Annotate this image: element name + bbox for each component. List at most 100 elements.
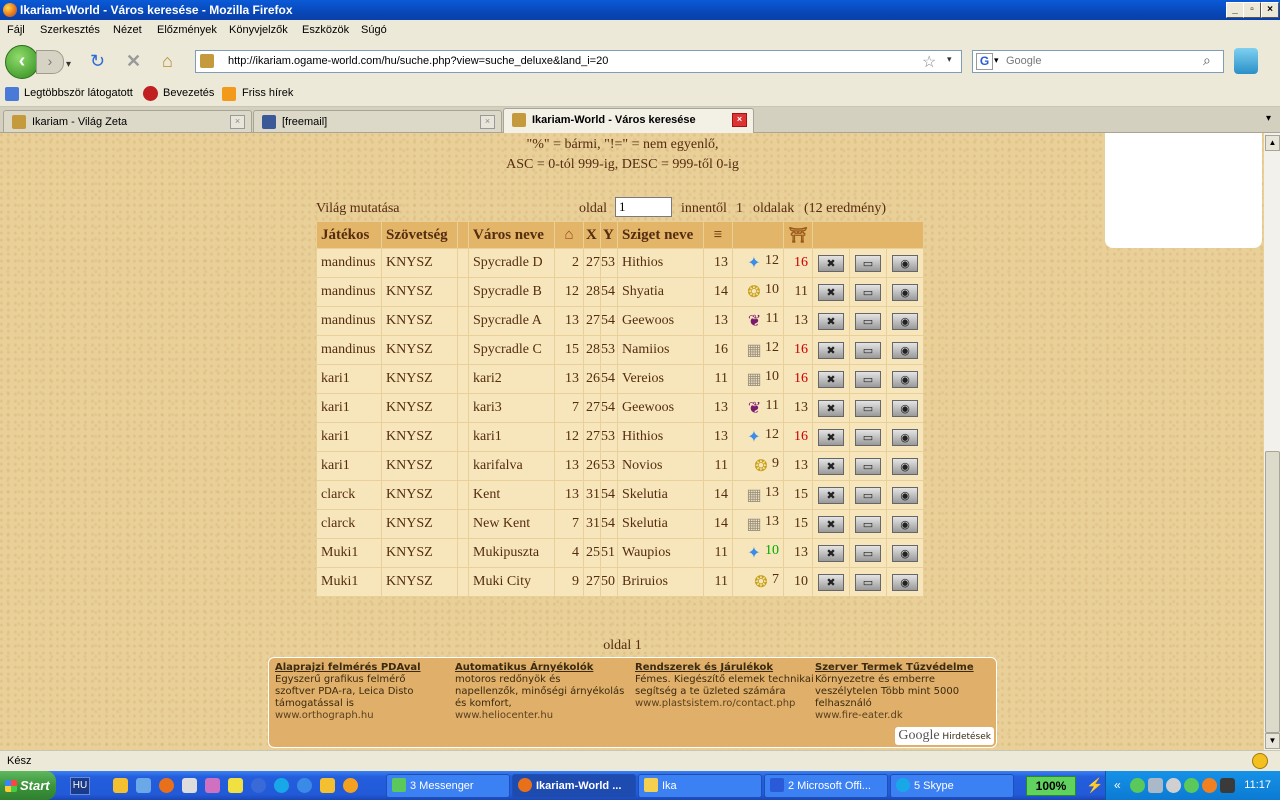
menu-edit[interactable]: Szerkesztés bbox=[40, 24, 100, 36]
bookmark-star-icon[interactable]: ☆ bbox=[922, 52, 936, 72]
task-office[interactable]: 2 Microsoft Offi... bbox=[764, 774, 888, 798]
cell-player[interactable]: kari1 bbox=[316, 364, 382, 394]
quicklaunch-icon[interactable] bbox=[205, 778, 220, 793]
cell-island-name[interactable]: Skelutia bbox=[617, 480, 704, 510]
delete-button[interactable]: ✖ bbox=[818, 254, 844, 272]
cell-player[interactable]: Muki1 bbox=[316, 538, 382, 568]
tab-ikariam-zeta[interactable]: Ikariam - Világ Zeta × bbox=[3, 110, 252, 132]
ad-title[interactable]: Automatikus Árnyékolók bbox=[455, 662, 625, 674]
ad-url[interactable]: www.fire-eater.dk bbox=[815, 710, 903, 721]
cell-alliance[interactable]: KNYSZ bbox=[381, 306, 458, 336]
show-world-link[interactable]: Világ mutatása bbox=[316, 201, 400, 217]
view-city-button[interactable]: ◉ bbox=[892, 457, 918, 475]
search-icon[interactable]: ⌕ bbox=[1203, 52, 1211, 69]
cell-alliance[interactable]: KNYSZ bbox=[381, 538, 458, 568]
ad-item[interactable]: Automatikus Árnyékolók motoros redőnyök … bbox=[455, 662, 625, 722]
header-island-name[interactable]: Sziget neve bbox=[617, 221, 704, 249]
cell-city-name[interactable]: Spycradle C bbox=[468, 335, 555, 365]
header-alliance[interactable]: Szövetség bbox=[381, 221, 458, 249]
tray-icon[interactable] bbox=[1130, 778, 1145, 793]
delete-button[interactable]: ✖ bbox=[818, 457, 844, 475]
view-city-button[interactable]: ◉ bbox=[892, 486, 918, 504]
ad-url[interactable]: www.plastsistem.ro/contact.php bbox=[635, 698, 795, 709]
cell-city-name[interactable]: kari3 bbox=[468, 393, 555, 423]
scroll-thumb[interactable] bbox=[1265, 451, 1280, 733]
header-y[interactable]: Y bbox=[600, 221, 618, 249]
cell-city-name[interactable]: kari1 bbox=[468, 422, 555, 452]
ad-title[interactable]: Szerver Termek Tűzvédelme bbox=[815, 662, 985, 674]
delete-button[interactable]: ✖ bbox=[818, 515, 844, 533]
menu-help[interactable]: Súgó bbox=[361, 24, 387, 36]
cell-alliance[interactable]: KNYSZ bbox=[381, 451, 458, 481]
quicklaunch-icon[interactable] bbox=[228, 778, 243, 793]
ad-url[interactable]: www.orthograph.hu bbox=[275, 710, 374, 721]
volume-icon[interactable] bbox=[1166, 778, 1181, 793]
cell-player[interactable]: kari1 bbox=[316, 422, 382, 452]
view-city-button[interactable]: ◉ bbox=[892, 544, 918, 562]
address-bar[interactable]: http://ikariam.ogame-world.com/hu/suche.… bbox=[195, 50, 962, 73]
firefox-quicklaunch-icon[interactable] bbox=[159, 778, 174, 793]
history-dropdown-icon[interactable]: ▾ bbox=[66, 55, 71, 75]
search-engine-icon[interactable]: G bbox=[976, 53, 993, 70]
cell-island-name[interactable]: Namiios bbox=[617, 335, 704, 365]
cell-island-name[interactable]: Waupios bbox=[617, 538, 704, 568]
delete-button[interactable]: ✖ bbox=[818, 283, 844, 301]
home-icon[interactable]: ⌂ bbox=[162, 51, 173, 71]
cell-island-name[interactable]: Geewoos bbox=[617, 393, 704, 423]
close-tab-icon[interactable]: × bbox=[230, 115, 245, 129]
scroll-down-arrow[interactable]: ▼ bbox=[1265, 733, 1280, 749]
bookmark-most-visited[interactable]: Legtöbbször látogatott bbox=[24, 87, 133, 99]
show-island-button[interactable]: ▭ bbox=[855, 254, 881, 272]
tray-icon[interactable] bbox=[1220, 778, 1235, 793]
ad-item[interactable]: Alaprajzi felmérés PDAval Egyszerű grafi… bbox=[275, 662, 445, 722]
view-city-button[interactable]: ◉ bbox=[892, 254, 918, 272]
url-text[interactable]: http://ikariam.ogame-world.com/hu/suche.… bbox=[228, 55, 608, 67]
cell-player[interactable]: Muki1 bbox=[316, 567, 382, 597]
cell-player[interactable]: mandinus bbox=[316, 306, 382, 336]
show-island-button[interactable]: ▭ bbox=[855, 312, 881, 330]
cell-alliance[interactable]: KNYSZ bbox=[381, 567, 458, 597]
view-city-button[interactable]: ◉ bbox=[892, 370, 918, 388]
ad-title[interactable]: Alaprajzi felmérés PDAval bbox=[275, 662, 445, 674]
menu-view[interactable]: Nézet bbox=[113, 24, 142, 36]
cell-island-name[interactable]: Briruios bbox=[617, 567, 704, 597]
show-island-button[interactable]: ▭ bbox=[855, 283, 881, 301]
view-city-button[interactable]: ◉ bbox=[892, 312, 918, 330]
battery-indicator[interactable]: 100% bbox=[1026, 776, 1076, 796]
ie-icon[interactable] bbox=[297, 778, 312, 793]
show-island-button[interactable]: ▭ bbox=[855, 486, 881, 504]
cell-island-name[interactable]: Vereios bbox=[617, 364, 704, 394]
cell-island-name[interactable]: Novios bbox=[617, 451, 704, 481]
cell-island-name[interactable]: Geewoos bbox=[617, 306, 704, 336]
tab-freemail[interactable]: [freemail] × bbox=[253, 110, 502, 132]
task-skype[interactable]: 5 Skype bbox=[890, 774, 1014, 798]
cell-city-name[interactable]: Spycradle B bbox=[468, 277, 555, 307]
cell-alliance[interactable]: KNYSZ bbox=[381, 393, 458, 423]
quicklaunch-icon[interactable] bbox=[136, 778, 151, 793]
cell-alliance[interactable]: KNYSZ bbox=[381, 335, 458, 365]
delete-button[interactable]: ✖ bbox=[818, 573, 844, 591]
cell-island-name[interactable]: Shyatia bbox=[617, 277, 704, 307]
cell-island-name[interactable]: Hithios bbox=[617, 422, 704, 452]
show-island-button[interactable]: ▭ bbox=[855, 544, 881, 562]
cell-city-name[interactable]: New Kent bbox=[468, 509, 555, 539]
url-dropdown-icon[interactable]: ▾ bbox=[947, 54, 952, 65]
view-city-button[interactable]: ◉ bbox=[892, 283, 918, 301]
cell-alliance[interactable]: KNYSZ bbox=[381, 480, 458, 510]
cell-alliance[interactable]: KNYSZ bbox=[381, 509, 458, 539]
cell-island-name[interactable]: Hithios bbox=[617, 248, 704, 278]
search-box[interactable]: G ▾ Google ⌕ bbox=[972, 50, 1224, 73]
ad-title[interactable]: Rendszerek és Járulékok bbox=[635, 662, 815, 674]
quicklaunch-icon[interactable] bbox=[343, 778, 358, 793]
reload-icon[interactable]: ↻ bbox=[90, 51, 105, 71]
messenger-tray-icon[interactable] bbox=[1184, 778, 1199, 793]
cell-player[interactable]: mandinus bbox=[316, 277, 382, 307]
task-firefox[interactable]: Ikariam-World ... bbox=[512, 774, 636, 798]
cell-city-name[interactable]: Muki City bbox=[468, 567, 555, 597]
close-window-button[interactable]: × bbox=[1261, 2, 1279, 18]
show-island-button[interactable]: ▭ bbox=[855, 457, 881, 475]
show-island-button[interactable]: ▭ bbox=[855, 341, 881, 359]
header-wonder[interactable]: ⛩ bbox=[783, 221, 813, 249]
cell-player[interactable]: mandinus bbox=[316, 248, 382, 278]
ad-url[interactable]: www.heliocenter.hu bbox=[455, 710, 553, 721]
